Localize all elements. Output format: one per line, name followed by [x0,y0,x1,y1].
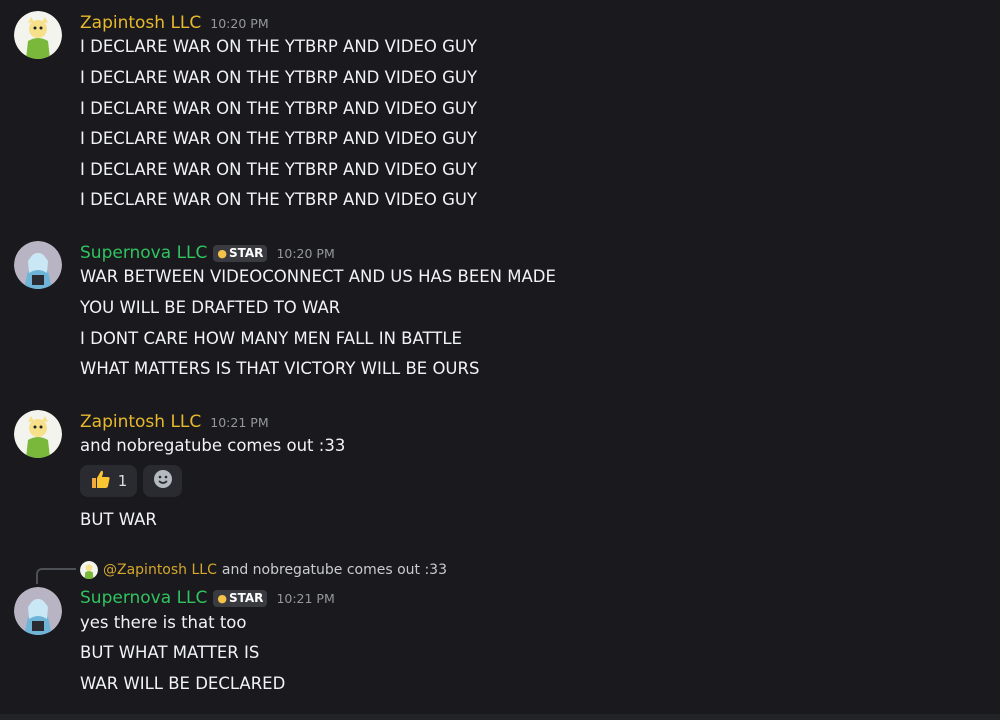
message-line: I DECLARE WAR ON THE YTBRP AND VIDEO GUY [80,37,478,56]
username[interactable]: Zapintosh LLC [80,13,201,33]
timestamp: 10:20 PM [276,245,335,261]
server-tag-label: STAR [229,246,264,260]
bottom-divider [0,714,1000,720]
avatar[interactable] [14,410,62,458]
message-line: yes there is that too [80,613,247,632]
reply-avatar [80,561,98,579]
message-line: WHAT MATTERS IS THAT VICTORY WILL BE OUR… [80,359,480,378]
reaction-bar: 1 [80,465,182,497]
message-line: I DECLARE WAR ON THE YTBRP AND VIDEO GUY [80,160,478,179]
message-line: I DECLARE WAR ON THE YTBRP AND VIDEO GUY [80,190,478,209]
flame-icon: ● [217,591,227,605]
message-line: WAR WILL BE DECLARED [80,674,286,693]
reply-connector [36,568,76,584]
server-tag-label: STAR [229,591,264,605]
avatar[interactable] [14,587,62,635]
server-tag[interactable]: ● STAR [213,589,268,607]
server-tag[interactable]: ● STAR [213,244,268,262]
message-line: WAR BETWEEN VIDEOCONNECT AND US HAS BEEN… [80,267,556,286]
reaction-count: 1 [117,472,128,490]
username[interactable]: Supernova LLC [80,243,207,263]
timestamp: 10:21 PM [276,590,335,606]
reply-text[interactable]: and nobregatube comes out :33 [222,562,447,578]
message-line: I DECLARE WAR ON THE YTBRP AND VIDEO GUY [80,99,478,118]
message-header: Zapintosh LLC 10:21 PM [80,410,269,434]
message-line: I DONT CARE HOW MANY MEN FALL IN BATTLE [80,329,462,348]
reaction-thumbs-up[interactable]: 1 [80,465,137,497]
username[interactable]: Zapintosh LLC [80,412,201,432]
flame-icon: ● [217,246,227,260]
message-line: and nobregatube comes out :33 [80,436,346,455]
add-reaction-button[interactable] [143,465,182,497]
message-line: BUT WAR [80,510,157,529]
avatar[interactable] [14,11,62,59]
thumbs-up-icon [90,468,112,494]
username[interactable]: Supernova LLC [80,588,207,608]
reply-username[interactable]: @Zapintosh LLC [103,562,217,578]
message-line: BUT WHAT MATTER IS [80,643,260,662]
message-line: I DECLARE WAR ON THE YTBRP AND VIDEO GUY [80,129,478,148]
message-header: Supernova LLC ● STAR 10:21 PM [80,586,335,610]
message-line: I DECLARE WAR ON THE YTBRP AND VIDEO GUY [80,68,478,87]
timestamp: 10:20 PM [210,15,269,31]
message-line: YOU WILL BE DRAFTED TO WAR [80,298,341,317]
message-header: Supernova LLC ● STAR 10:20 PM [80,241,335,265]
message-header: Zapintosh LLC 10:20 PM [80,11,269,35]
avatar[interactable] [14,241,62,289]
chat-messages: Zapintosh LLC 10:20 PM I DECLARE WAR ON … [0,0,1000,720]
timestamp: 10:21 PM [210,414,269,430]
reply-reference[interactable]: @Zapintosh LLC and nobregatube comes out… [80,559,447,581]
smiley-icon [152,468,174,494]
